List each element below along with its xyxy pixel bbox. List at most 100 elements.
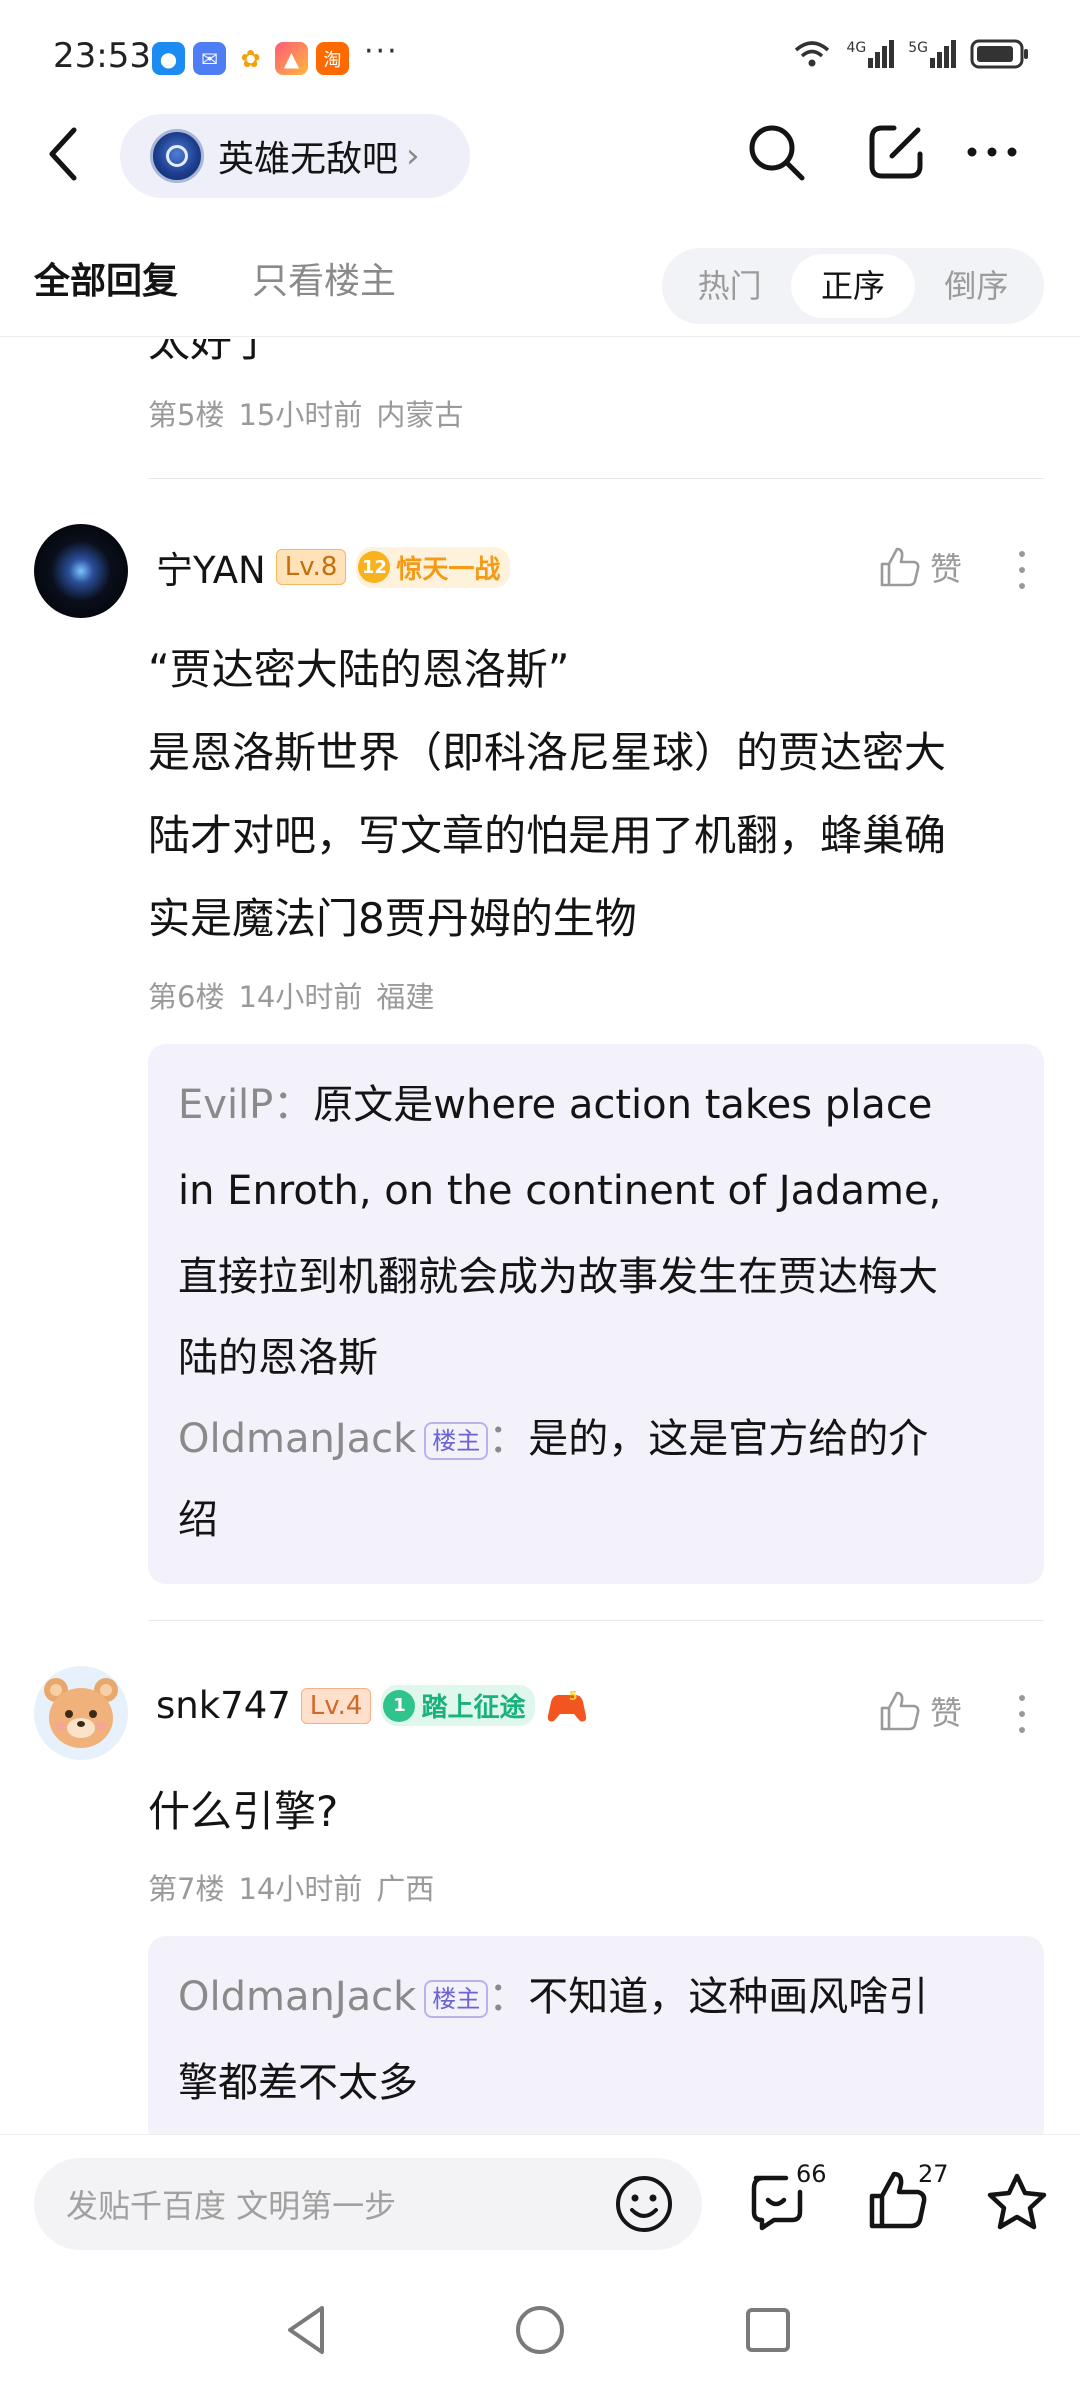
- post-body-line: 陆才对吧，写文章的怕是用了机翻，蜂巢确: [148, 811, 947, 860]
- username[interactable]: snk747: [156, 1684, 291, 1727]
- sub-reply-text: 是的，这是官方给的介: [528, 1416, 929, 1462]
- status-app-icons: ● ✉ ✿ ▲ 淘: [152, 42, 349, 75]
- reply-placeholder: 发贴千百度 文明第一步: [66, 2187, 397, 2225]
- honor-badge: 12 惊天一战: [356, 546, 511, 588]
- post-header: 宁YAN Lv.8 12 惊天一战: [156, 540, 511, 594]
- location-label: 内蒙古: [376, 398, 464, 432]
- sub-reply-line: 擎都差不太多: [178, 2060, 418, 2106]
- forum-name: 英雄无敌吧: [218, 139, 399, 180]
- sub-reply: OldmanJack 楼主 ：是的，这是官方给的介: [178, 1396, 1014, 1482]
- taobao-icon: 淘: [316, 42, 349, 75]
- wifi-icon: [795, 41, 830, 67]
- badge-number: 12: [358, 551, 391, 583]
- more-options-icon[interactable]: [960, 120, 1024, 184]
- like-count: 27: [918, 2160, 949, 2188]
- tab-all-replies[interactable]: 全部回复: [34, 252, 178, 304]
- post-body-line: “贾达密大陆的恩洛斯”: [148, 645, 570, 694]
- sub-reply-user[interactable]: EvilP: [178, 1082, 273, 1128]
- header-cover: [0, 337, 1080, 339]
- sub-reply-sep: ：: [273, 1082, 314, 1128]
- post-body-line: 是恩洛斯世界（即科洛尼星球）的贾达密大: [148, 728, 947, 777]
- sort-hot-button[interactable]: 热门: [668, 254, 791, 318]
- sub-reply-line: 绍: [178, 1497, 218, 1543]
- nav-back-icon[interactable]: [278, 2300, 338, 2360]
- floor-label: 第7楼: [148, 1872, 225, 1906]
- sub-reply-text: 原文是where action takes place: [313, 1082, 933, 1128]
- prev-post-meta: 第5楼 15小时前 内蒙古: [148, 392, 477, 434]
- post-body-line: 实是魔法门8贾丹姆的生物: [148, 894, 637, 943]
- sub-reply-user[interactable]: OldmanJack: [178, 1974, 416, 2020]
- tab-only-op[interactable]: 只看楼主: [252, 252, 396, 304]
- post-body: “贾达密大陆的恩洛斯” 是恩洛斯世界（即科洛尼星球）的贾达密大 陆才对吧，写文章…: [148, 628, 1048, 960]
- honor-badge: 1 踏上征途: [381, 1685, 536, 1726]
- badge-title: 踏上征途: [421, 1693, 526, 1723]
- sub-reply: OldmanJack 楼主 ：不知道，这种画风啥引: [178, 1954, 1014, 2040]
- bottom-divider: [0, 2134, 1080, 2135]
- forum-entry-button[interactable]: 英雄无敌吧 ›: [120, 114, 470, 198]
- nav-home-icon[interactable]: [510, 2300, 570, 2360]
- level-badge: Lv.4: [300, 1687, 372, 1724]
- sub-reply: EvilP：原文是where action takes place: [178, 1062, 1014, 1148]
- comment-count: 66: [796, 2160, 827, 2188]
- sub-reply-text: 不知道，这种画风啥引: [528, 1974, 929, 2020]
- more-vertical-icon[interactable]: [1010, 1692, 1034, 1736]
- post-body-line: 什么引擎?: [148, 1787, 339, 1836]
- qq-icon: ●: [152, 42, 185, 75]
- status-time: 23:53: [53, 36, 151, 76]
- post-header: snk747 Lv.4 1 踏上征途 5: [156, 1684, 589, 1727]
- like-label: 赞: [930, 1694, 963, 1732]
- comment-button[interactable]: 66: [746, 2160, 838, 2244]
- nav-recents-icon[interactable]: [738, 2300, 798, 2360]
- back-arrow-icon[interactable]: [40, 118, 88, 190]
- level-badge: Lv.8: [275, 549, 347, 585]
- location-label: 福建: [376, 980, 435, 1014]
- host-tag: 楼主: [424, 1980, 489, 2018]
- sub-reply-sep: ：: [488, 1974, 529, 2020]
- mail-icon: ✉: [193, 42, 226, 75]
- like-label: 赞: [930, 550, 963, 588]
- forum-avatar: [150, 129, 204, 183]
- badge-title: 惊天一战: [396, 554, 501, 585]
- post-divider: [148, 478, 1044, 479]
- pinwheel-icon: ✿: [234, 42, 267, 75]
- sub-replies-box[interactable]: OldmanJack 楼主 ：不知道，这种画风啥引 擎都差不太多: [148, 1936, 1044, 2146]
- compose-icon[interactable]: [864, 120, 928, 184]
- sub-replies-box[interactable]: EvilP：原文是where action takes place in Enr…: [148, 1044, 1044, 1584]
- star-favorite-icon[interactable]: [984, 2170, 1050, 2236]
- signal-5g-icon: 5G: [908, 40, 956, 68]
- bear-avatar-icon: [44, 1678, 118, 1748]
- badge-number: 1: [383, 1689, 416, 1722]
- time-label: 14小时前: [238, 980, 363, 1014]
- sort-desc-button[interactable]: 倒序: [915, 254, 1038, 318]
- post-meta: 第6楼 14小时前 福建: [148, 974, 448, 1016]
- floor-label: 第5楼: [148, 398, 225, 432]
- svg-text:5: 5: [569, 1689, 577, 1703]
- post-body: 什么引擎?: [148, 1770, 338, 1853]
- post-divider: [148, 1620, 1044, 1621]
- thumb-up-icon: [880, 1691, 920, 1731]
- like-button[interactable]: 赞: [878, 544, 962, 590]
- like-button[interactable]: 赞: [878, 1688, 962, 1734]
- username[interactable]: 宁YAN: [156, 540, 266, 594]
- reply-input[interactable]: 发贴千百度 文明第一步: [34, 2158, 702, 2250]
- more-notifications-icon: ···: [364, 34, 399, 69]
- game-controller-icon: 5: [548, 1689, 587, 1721]
- chevron-right-icon: ›: [406, 136, 420, 176]
- emoji-icon[interactable]: [614, 2174, 674, 2234]
- app-icon: ▲: [275, 42, 308, 75]
- like-thread-button[interactable]: 27: [866, 2160, 958, 2244]
- battery-icon: [970, 39, 1028, 69]
- header-divider: [0, 336, 1080, 337]
- post-meta: 第7楼 14小时前 广西: [148, 1866, 448, 1908]
- more-vertical-icon[interactable]: [1010, 548, 1034, 592]
- status-right: 4G 5G: [792, 38, 1030, 70]
- search-icon[interactable]: [744, 120, 808, 184]
- sub-reply-user[interactable]: OldmanJack: [178, 1416, 416, 1462]
- time-label: 14小时前: [238, 1872, 363, 1906]
- avatar[interactable]: [34, 524, 128, 618]
- avatar[interactable]: [34, 1666, 128, 1760]
- net-5g-label: 5G: [908, 40, 928, 56]
- signal-4g-icon: 4G: [846, 40, 895, 68]
- sub-reply-line: in Enroth, on the continent of Jadame,: [178, 1168, 942, 1214]
- sort-asc-button[interactable]: 正序: [791, 254, 915, 318]
